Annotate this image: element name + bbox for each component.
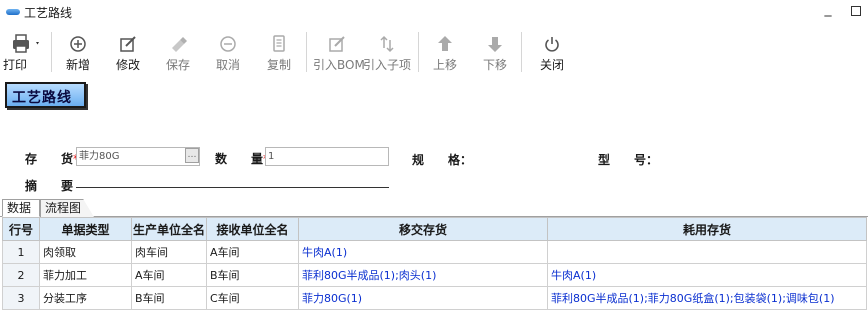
save-label: 保存 bbox=[165, 58, 190, 72]
move-down-button[interactable]: 下移 bbox=[479, 28, 511, 76]
doc-type-cell[interactable]: 菲力加工 bbox=[39, 263, 132, 287]
row-number: 2 bbox=[2, 263, 40, 287]
consume-inventory-cell[interactable]: 牛肉A(1) bbox=[547, 263, 867, 287]
toolbar-separator bbox=[306, 32, 307, 72]
column-header[interactable]: 生产单位全名 bbox=[131, 217, 207, 241]
page-title-badge: 工艺路线 bbox=[5, 82, 86, 108]
sort-arrows-icon bbox=[363, 32, 411, 56]
summary-label: 摘 要 bbox=[25, 179, 74, 193]
add-label: 新增 bbox=[65, 58, 90, 72]
doc-type-cell[interactable]: 分装工序 bbox=[39, 286, 132, 310]
import-bom-button[interactable]: 引入BOM bbox=[313, 28, 365, 76]
save-button[interactable]: 保存 bbox=[162, 28, 194, 76]
close-button[interactable]: 关闭 bbox=[536, 28, 568, 76]
print-button[interactable]: 打印 bbox=[0, 28, 46, 76]
printer-icon bbox=[0, 32, 46, 56]
plus-circle-icon bbox=[62, 32, 94, 56]
column-header[interactable]: 行号 bbox=[2, 217, 40, 241]
pencil-box-icon bbox=[313, 32, 361, 56]
receiver-cell[interactable]: A车间 bbox=[206, 240, 299, 264]
tab-data[interactable]: 数据 bbox=[2, 199, 40, 217]
inventory-field[interactable]: 菲力80G bbox=[76, 147, 200, 166]
toolbar-separator bbox=[521, 32, 522, 72]
eraser-icon bbox=[162, 32, 194, 56]
table-header-row: 行号 单据类型 生产单位全名 接收单位全名 移交存货 耗用存货 bbox=[2, 217, 867, 241]
document-icon bbox=[263, 32, 295, 56]
copy-button[interactable]: 复制 bbox=[263, 28, 295, 76]
edit-button[interactable]: 修改 bbox=[112, 28, 144, 76]
copy-label: 复制 bbox=[266, 58, 291, 72]
receiver-cell[interactable]: C车间 bbox=[206, 286, 299, 310]
row-number: 1 bbox=[2, 240, 40, 264]
edit-label: 修改 bbox=[115, 58, 140, 72]
consume-inventory-cell[interactable] bbox=[547, 240, 867, 264]
transfer-inventory-cell[interactable]: 牛肉A(1) bbox=[298, 240, 548, 264]
window-title: 工艺路线 bbox=[24, 6, 73, 20]
producer-cell[interactable]: B车间 bbox=[131, 286, 207, 310]
title-bar: 工艺路线 _ bbox=[0, 0, 868, 24]
column-header[interactable]: 耗用存货 bbox=[547, 217, 867, 241]
power-icon bbox=[536, 32, 568, 56]
table-row[interactable]: 2 菲力加工 A车间 B车间 菲利80G半成品(1);肉头(1) 牛肉A(1) bbox=[2, 263, 867, 287]
transfer-inventory-cell[interactable]: 菲力80G(1) bbox=[298, 286, 548, 310]
quantity-label-text: 数 量 bbox=[215, 152, 264, 166]
move-down-label: 下移 bbox=[482, 58, 507, 72]
quantity-label: 数 量* bbox=[215, 150, 269, 167]
producer-cell[interactable]: 肉车间 bbox=[131, 240, 207, 264]
column-header[interactable]: 单据类型 bbox=[39, 217, 132, 241]
tab-strip: 数据 流程图 bbox=[0, 199, 868, 217]
cancel-button[interactable]: 取消 bbox=[212, 28, 244, 76]
inventory-label-text: 存 货 bbox=[25, 152, 74, 166]
consume-inventory-cell[interactable]: 菲利80G半成品(1);菲力80G纸盒(1);包装袋(1);调味包(1) bbox=[547, 286, 867, 310]
arrow-up-icon bbox=[429, 32, 461, 56]
row-number: 3 bbox=[2, 286, 40, 310]
minimize-button[interactable]: _ bbox=[819, 1, 837, 19]
producer-cell[interactable]: A车间 bbox=[131, 263, 207, 287]
route-table: 行号 单据类型 生产单位全名 接收单位全名 移交存货 耗用存货 1 肉领取 肉车… bbox=[2, 217, 867, 310]
app-icon bbox=[6, 9, 20, 15]
import-subitem-button[interactable]: 引入子项 bbox=[363, 28, 411, 76]
column-header[interactable]: 接收单位全名 bbox=[206, 217, 299, 241]
tab-flowchart[interactable]: 流程图 bbox=[40, 199, 94, 217]
spec-label: 规 格： bbox=[412, 153, 473, 167]
summary-field[interactable] bbox=[76, 187, 389, 188]
toolbar-separator bbox=[418, 32, 419, 72]
move-up-label: 上移 bbox=[432, 58, 457, 72]
import-subitem-label: 引入子项 bbox=[363, 58, 412, 72]
move-up-button[interactable]: 上移 bbox=[429, 28, 461, 76]
arrow-down-icon bbox=[479, 32, 511, 56]
cancel-label: 取消 bbox=[215, 58, 240, 72]
table-row[interactable]: 3 分装工序 B车间 C车间 菲力80G(1) 菲利80G半成品(1);菲力80… bbox=[2, 286, 867, 310]
maximize-button[interactable] bbox=[851, 6, 861, 16]
print-label: 打印 bbox=[3, 58, 28, 72]
minus-circle-icon bbox=[212, 32, 244, 56]
inventory-label: 存 货* bbox=[25, 150, 79, 167]
toolbar: 打印 新增 修改 保存 取消 复制 引入BOM 引入子项 上移 下移 关闭 bbox=[0, 28, 868, 76]
table-row[interactable]: 1 肉领取 肉车间 A车间 牛肉A(1) bbox=[2, 240, 867, 264]
quantity-field[interactable]: 1 bbox=[265, 147, 389, 166]
doc-type-cell[interactable]: 肉领取 bbox=[39, 240, 132, 264]
transfer-inventory-cell[interactable]: 菲利80G半成品(1);肉头(1) bbox=[298, 263, 548, 287]
pencil-box-icon bbox=[112, 32, 144, 56]
add-button[interactable]: 新增 bbox=[62, 28, 94, 76]
inventory-browse-button[interactable]: … bbox=[185, 148, 199, 163]
toolbar-separator bbox=[51, 32, 52, 72]
model-label: 型 号： bbox=[598, 153, 659, 167]
column-header[interactable]: 移交存货 bbox=[298, 217, 548, 241]
import-bom-label: 引入BOM bbox=[313, 58, 365, 72]
page-title: 工艺路线 bbox=[12, 90, 72, 106]
receiver-cell[interactable]: B车间 bbox=[206, 263, 299, 287]
close-label: 关闭 bbox=[539, 58, 564, 72]
